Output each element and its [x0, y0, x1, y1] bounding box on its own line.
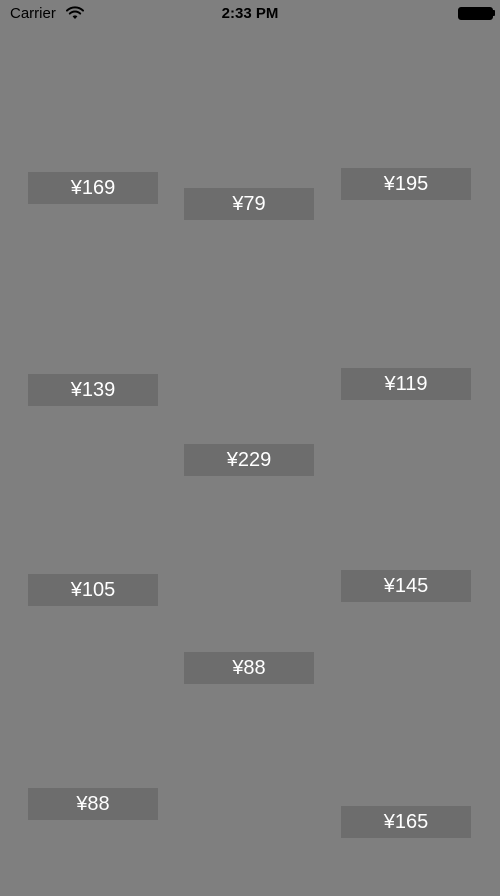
product-card[interactable]	[28, 850, 158, 890]
product-card[interactable]: ¥165	[341, 630, 471, 838]
product-card[interactable]: ¥195	[341, 26, 471, 200]
product-price: ¥105	[28, 574, 158, 606]
product-price: ¥119	[341, 368, 471, 400]
product-card[interactable]: ¥229	[184, 248, 314, 476]
product-card[interactable]: ¥119	[341, 229, 471, 400]
product-card[interactable]: ¥88	[28, 634, 158, 820]
product-price: ¥195	[341, 168, 471, 200]
product-price: ¥145	[341, 570, 471, 602]
product-grid: ¥169 ¥139 ¥105 ¥88 ¥79 ¥229 ¥88 ¥195 ¥11…	[0, 0, 500, 884]
product-card[interactable]: ¥169	[28, 26, 158, 204]
product-photo	[341, 866, 471, 896]
product-price: ¥88	[28, 788, 158, 820]
product-photo	[28, 850, 158, 890]
product-card[interactable]: ¥145	[341, 428, 471, 602]
product-price: ¥229	[184, 444, 314, 476]
product-card[interactable]: ¥139	[28, 232, 158, 406]
product-card[interactable]: ¥88	[184, 504, 314, 684]
product-card[interactable]: ¥105	[28, 434, 158, 606]
product-price: ¥139	[28, 374, 158, 406]
product-price: ¥79	[184, 188, 314, 220]
product-price: ¥165	[341, 806, 471, 838]
product-card[interactable]	[184, 712, 314, 892]
product-photo	[184, 248, 314, 476]
product-card[interactable]	[341, 866, 471, 896]
product-price: ¥88	[184, 652, 314, 684]
product-card[interactable]: ¥79	[184, 26, 314, 220]
product-price: ¥169	[28, 172, 158, 204]
product-photo	[184, 712, 314, 892]
